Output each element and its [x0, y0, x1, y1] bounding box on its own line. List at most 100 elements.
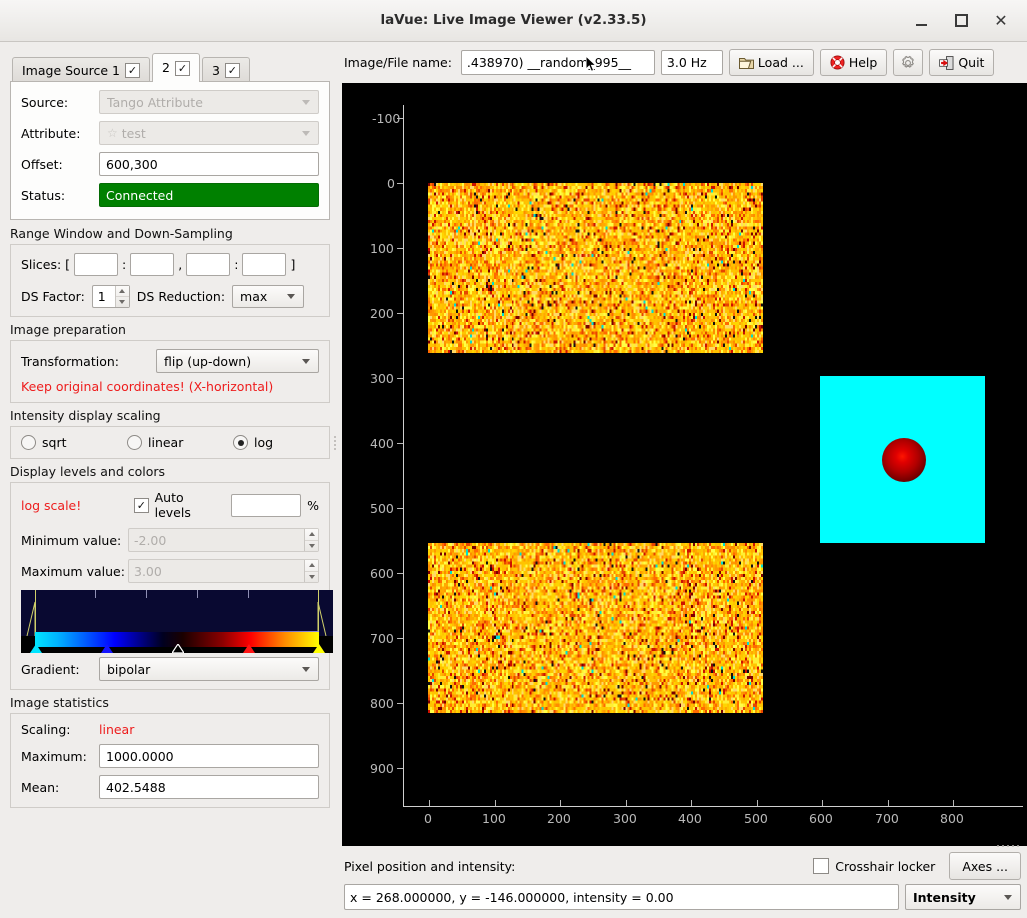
- slice-end-1-input[interactable]: [130, 253, 174, 276]
- ds-factor-value: 1: [98, 289, 106, 304]
- noise-region-bottom: [428, 543, 763, 713]
- help-button[interactable]: Help: [820, 49, 888, 76]
- help-label: Help: [849, 55, 878, 70]
- tab-checkbox[interactable]: ✓: [175, 61, 190, 76]
- viewer-splitter-handle[interactable]: [995, 843, 1021, 848]
- tab-checkbox[interactable]: ✓: [225, 63, 240, 78]
- slice-start-2-input[interactable]: [186, 253, 230, 276]
- maximum-value-stepper[interactable]: 3.00: [128, 559, 319, 583]
- slice-end-2-input[interactable]: [242, 253, 286, 276]
- minimize-icon[interactable]: [901, 1, 941, 41]
- slices-label: Slices: [: [21, 257, 70, 272]
- statistics-mean-value[interactable]: 402.5488: [99, 775, 319, 799]
- x-tick-label: 0: [424, 811, 432, 826]
- slices-separator: :: [122, 257, 126, 272]
- transformation-select[interactable]: flip (up-down): [156, 349, 319, 373]
- axes-button[interactable]: Axes ...: [949, 852, 1021, 880]
- quit-label: Quit: [958, 55, 984, 70]
- minimum-label: Minimum value:: [21, 533, 128, 548]
- coordinates-warning: Keep original coordinates! (X-horizontal…: [21, 379, 319, 394]
- quit-button[interactable]: Quit: [929, 49, 994, 76]
- gradient-select[interactable]: bipolar: [99, 657, 319, 681]
- minimum-value-stepper[interactable]: -2.00: [128, 528, 319, 552]
- range-window-group: Slices: [ : , : ] DS Factor: 1: [10, 244, 330, 317]
- radio-button-icon[interactable]: [127, 435, 142, 450]
- viewer-toolbar: Image/File name: .438970) __random_995__…: [340, 42, 1027, 83]
- pixel-position-label: Pixel position and intensity:: [344, 859, 515, 874]
- ds-factor-label: DS Factor:: [21, 289, 85, 304]
- image-display-area[interactable]: -100 0 100 200 300 400 500 600 700 800 9…: [342, 83, 1027, 846]
- crosshair-label: Crosshair locker: [835, 859, 935, 874]
- ds-factor-stepper[interactable]: 1: [92, 285, 130, 308]
- close-icon[interactable]: ✕: [981, 1, 1021, 41]
- tab-image-source-1[interactable]: Image Source 1 ✓: [12, 57, 150, 83]
- radio-linear[interactable]: linear: [127, 435, 233, 450]
- scaling-value: linear: [99, 722, 134, 737]
- maximum-value-row: Maximum value: 3.00: [21, 559, 319, 583]
- chevron-down-icon: [302, 100, 310, 105]
- histogram-gradient-editor[interactable]: [21, 590, 333, 653]
- filename-input[interactable]: .438970) __random_995__: [461, 50, 655, 75]
- settings-button[interactable]: [893, 49, 923, 76]
- panel-splitter-handle[interactable]: [332, 432, 338, 454]
- load-button[interactable]: Load ...: [729, 49, 814, 76]
- radio-button-icon[interactable]: [233, 435, 248, 450]
- image-statistics-title: Image statistics: [0, 690, 340, 713]
- tab-image-source-2[interactable]: 2 ✓: [152, 53, 200, 82]
- tab-checkbox[interactable]: ✓: [125, 63, 140, 78]
- gradient-stop-yellow[interactable]: [313, 644, 325, 653]
- slices-separator: :: [234, 257, 238, 272]
- histogram-curve: [21, 590, 333, 636]
- display-mode-select[interactable]: Intensity: [905, 884, 1021, 910]
- statistics-mean-label: Mean:: [21, 780, 99, 795]
- stepper-arrows-icon[interactable]: [304, 560, 318, 582]
- crosshair-locker-toggle[interactable]: Crosshair locker: [813, 858, 935, 874]
- status-bar: Pixel position and intensity: Crosshair …: [340, 846, 1027, 918]
- maximize-icon[interactable]: [941, 1, 981, 41]
- attribute-select[interactable]: ☆ test: [99, 121, 319, 145]
- auto-levels-percent-input[interactable]: [231, 494, 301, 517]
- y-tick-label: 200: [370, 306, 394, 321]
- source-row: Source: Tango Attribute: [21, 90, 319, 114]
- auto-levels-checkbox[interactable]: ✓: [134, 498, 149, 513]
- intensity-scaling-title: Intensity display scaling: [0, 403, 340, 426]
- x-tick-label: 600: [809, 811, 833, 826]
- radio-sqrt[interactable]: sqrt: [21, 435, 127, 450]
- crosshair-checkbox[interactable]: [813, 858, 829, 874]
- mean-row: Mean: 402.5488: [21, 775, 319, 799]
- transformation-label: Transformation:: [21, 354, 156, 369]
- y-tick-label: 900: [370, 761, 394, 776]
- ds-reduction-select[interactable]: max: [232, 285, 304, 308]
- tab-image-source-3[interactable]: 3 ✓: [202, 57, 250, 83]
- gradient-stop-black[interactable]: [172, 644, 184, 653]
- auto-levels-row: log scale! ✓ Auto levels %: [21, 490, 319, 520]
- chevron-down-icon: [1004, 895, 1012, 900]
- statistics-maximum-label: Maximum:: [21, 749, 99, 764]
- slice-start-1-input[interactable]: [74, 253, 118, 276]
- radio-label: linear: [148, 435, 183, 450]
- radio-label: sqrt: [42, 435, 67, 450]
- radio-log[interactable]: log: [233, 435, 273, 450]
- attribute-label: Attribute:: [21, 126, 99, 141]
- image-statistics-group: Scaling: linear Maximum: 1000.0000 Mean:…: [10, 713, 330, 808]
- auto-levels-label: Auto levels: [155, 490, 222, 520]
- pixel-position-value[interactable]: x = 268.000000, y = -146.000000, intensi…: [344, 884, 899, 910]
- source-select[interactable]: Tango Attribute: [99, 90, 319, 114]
- title-bar: laVue: Live Image Viewer (v2.33.5) ✕: [0, 0, 1027, 42]
- gradient-stop-blue[interactable]: [101, 644, 113, 653]
- chevron-down-icon: [302, 359, 310, 364]
- radio-button-icon[interactable]: [21, 435, 36, 450]
- status-row: Status: Connected: [21, 183, 319, 207]
- filename-label: Image/File name:: [344, 55, 452, 70]
- statistics-maximum-value[interactable]: 1000.0000: [99, 744, 319, 768]
- stepper-arrows-icon[interactable]: [115, 286, 129, 307]
- gradient-stop-cyan[interactable]: [30, 644, 42, 653]
- offset-label: Offset:: [21, 157, 99, 172]
- status-row-top: Pixel position and intensity: Crosshair …: [344, 852, 1021, 880]
- stepper-arrows-icon[interactable]: [304, 529, 318, 551]
- slices-row: Slices: [ : , : ]: [21, 253, 319, 276]
- offset-input[interactable]: 600,300: [99, 152, 319, 176]
- gradient-stop-red[interactable]: [243, 644, 255, 653]
- x-tick-label: 500: [744, 811, 768, 826]
- image-source-panel: Source: Tango Attribute Attribute: ☆ tes…: [10, 81, 330, 220]
